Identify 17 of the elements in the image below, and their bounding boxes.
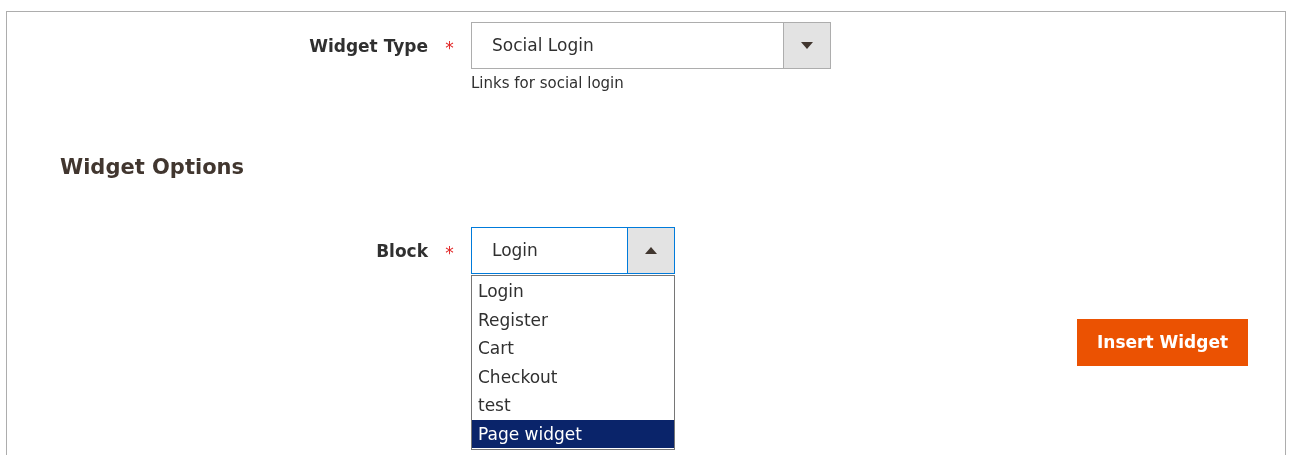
caret-up-icon bbox=[645, 247, 657, 254]
field-hint: Links for social login bbox=[471, 73, 624, 94]
required-asterisk: * bbox=[445, 37, 454, 60]
dropdown-option[interactable]: Login bbox=[472, 277, 674, 306]
section-title: Widget Options bbox=[60, 153, 245, 181]
dropdown-option[interactable]: Page widget bbox=[472, 419, 674, 448]
field-label: Widget Type bbox=[309, 35, 428, 58]
select-field[interactable]: Login bbox=[471, 227, 675, 274]
caret-down-icon bbox=[801, 42, 813, 49]
field-label: Block bbox=[376, 240, 428, 263]
dropdown-option[interactable]: Checkout bbox=[472, 362, 674, 391]
dropdown-option[interactable]: test bbox=[472, 391, 674, 420]
dropdown-option[interactable]: Cart bbox=[472, 334, 674, 363]
select-field[interactable]: Social Login bbox=[471, 22, 831, 69]
required-asterisk: * bbox=[445, 242, 454, 265]
dropdown-option[interactable]: Register bbox=[472, 305, 674, 334]
insert-widget-button[interactable]: Insert Widget bbox=[1077, 319, 1249, 366]
